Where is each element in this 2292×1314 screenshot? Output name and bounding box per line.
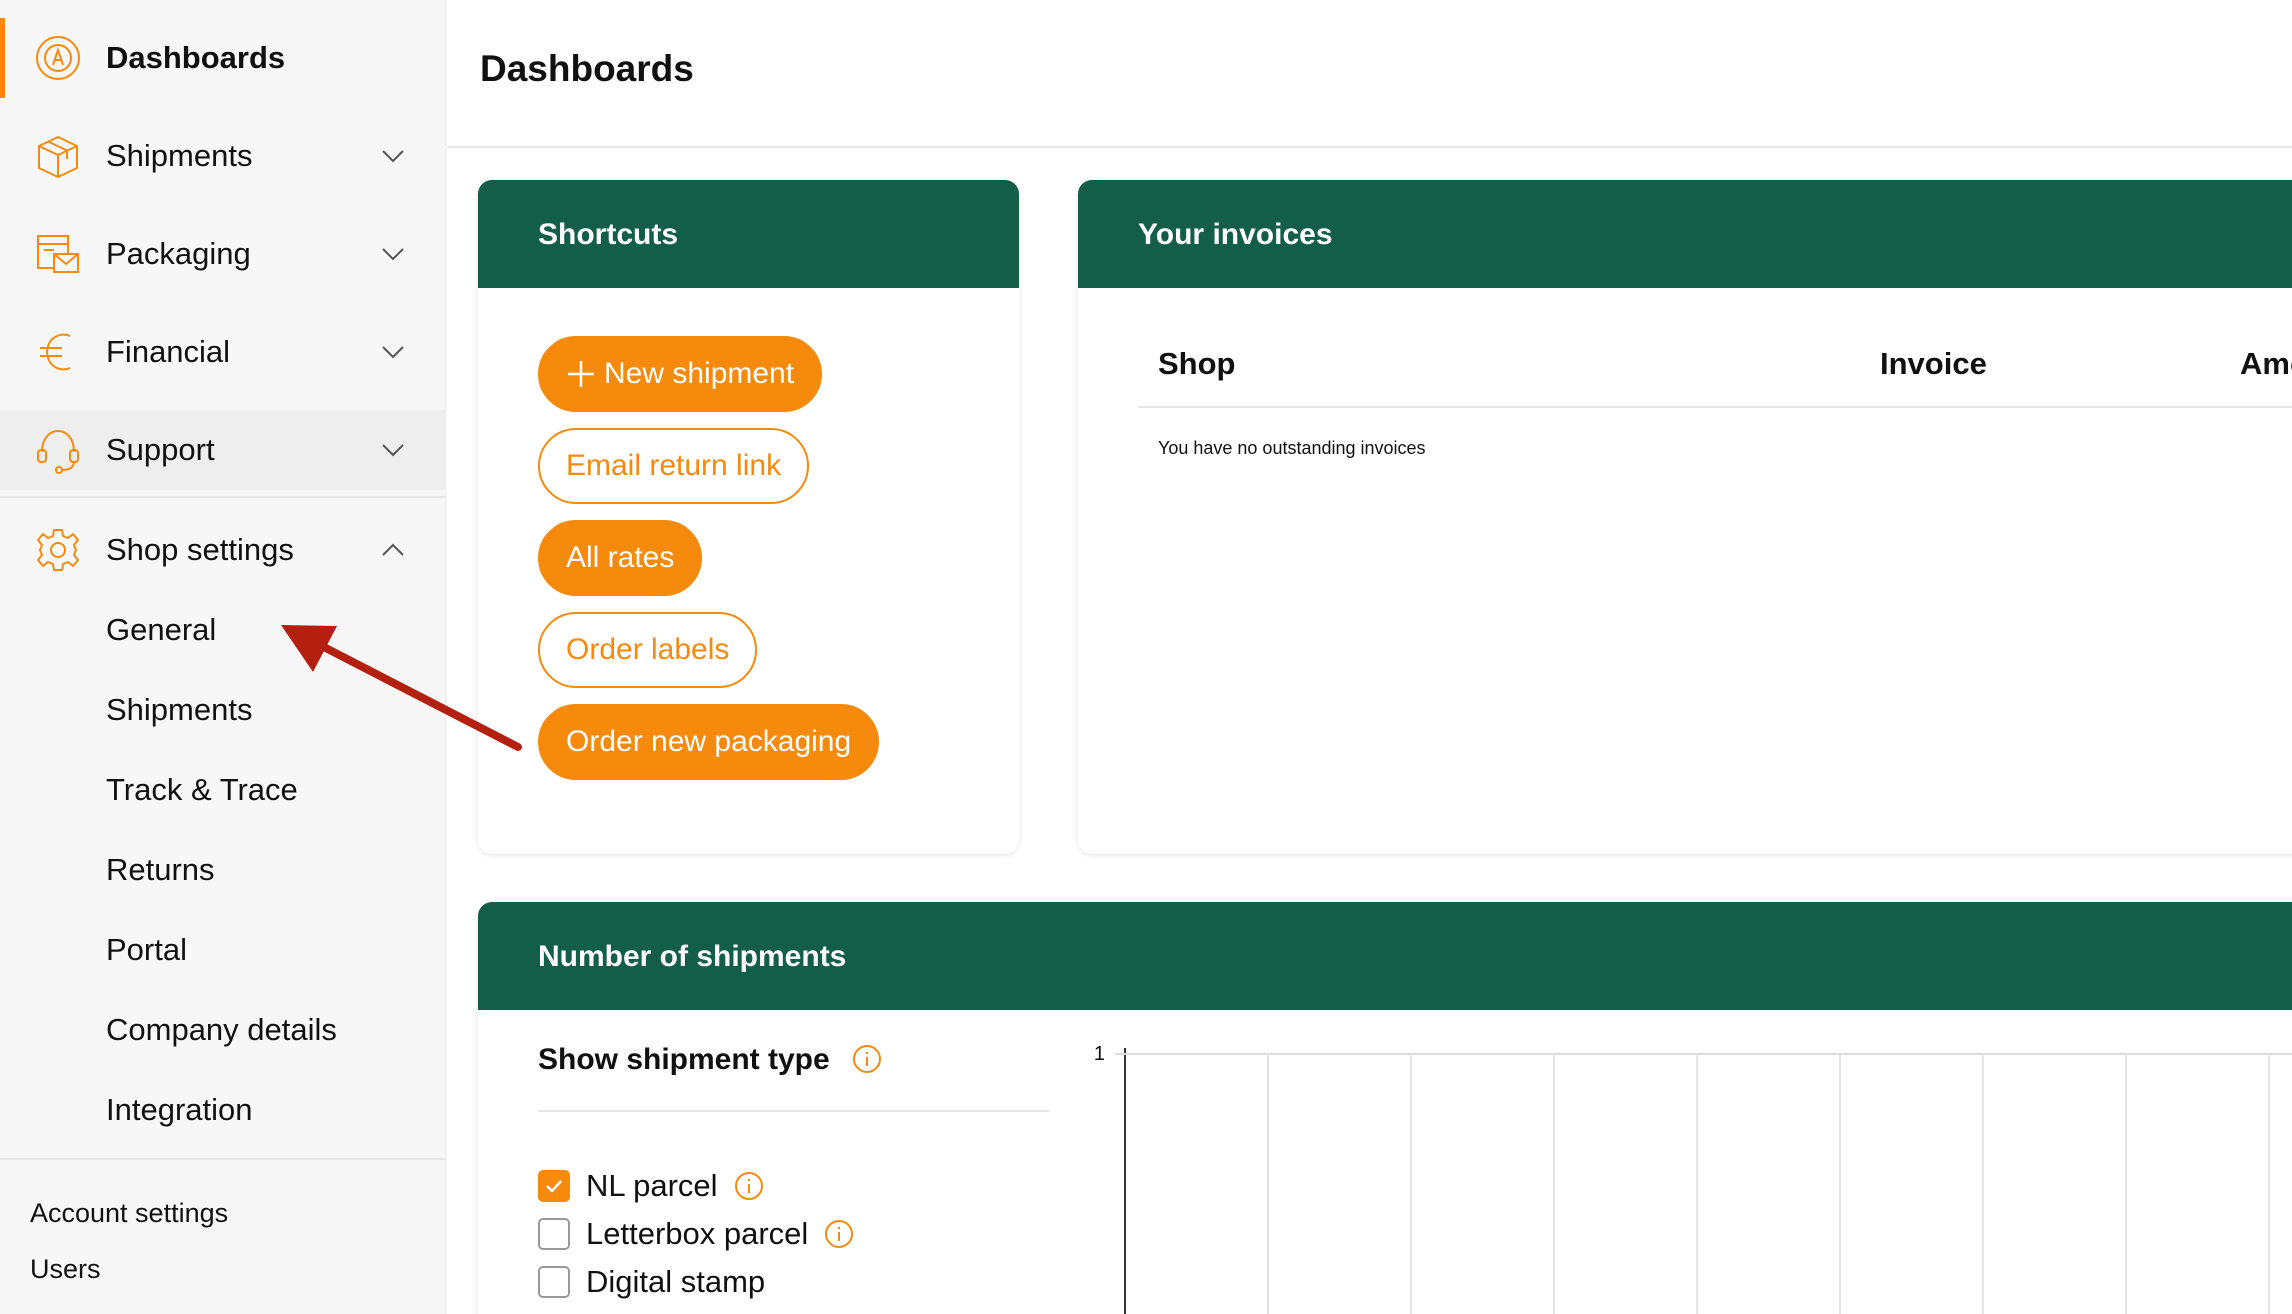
packaging-icon	[34, 230, 82, 278]
chevron-up-icon[interactable]	[380, 537, 406, 563]
card-title: Shortcuts	[538, 218, 679, 251]
sidebar-divider	[0, 1158, 446, 1160]
card-title: Your invoices	[1138, 218, 1333, 251]
sidebar-item-shipments[interactable]: Shipments	[0, 116, 446, 196]
box-icon	[34, 132, 82, 180]
chevron-down-icon[interactable]	[380, 143, 406, 169]
button-label: All rates	[566, 541, 675, 574]
sidebar-item-shop-settings[interactable]: Shop settings	[0, 510, 446, 590]
column-header-invoice[interactable]: Invoice	[1880, 346, 1987, 382]
shortcuts-card: Shortcuts New shipment Email return link…	[478, 180, 1019, 854]
plus-icon	[566, 359, 596, 389]
chart-y-tick-label: 1	[1094, 1043, 1105, 1065]
sidebar-subitem-company-details[interactable]: Company details	[106, 1012, 337, 1048]
empty-state-message: You have no outstanding invoices	[1158, 438, 1426, 458]
app-root: Dashboards Shipments Packaging Financial…	[0, 0, 2292, 1314]
card-header: Shortcuts	[478, 180, 1019, 288]
euro-icon	[34, 328, 82, 376]
sidebar-item-label: Financial	[106, 334, 231, 369]
invoices-card: Your invoices Shop Invoice Amo You have …	[1078, 180, 2292, 854]
main-content: Dashboards Shortcuts New shipment Email …	[281, 0, 2292, 1314]
sidebar: Dashboards Shipments Packaging Financial…	[0, 0, 446, 1314]
sidebar-item-support[interactable]: Support	[0, 410, 446, 490]
sidebar-subitem-track-trace[interactable]: Track & Trace	[106, 772, 298, 808]
sidebar-subitem-portal[interactable]: Portal	[106, 932, 187, 968]
button-label: Order labels	[566, 633, 730, 666]
button-label: Email return link	[566, 449, 782, 482]
shipments-chart-card: Number of shipments Show shipment type N…	[478, 902, 2292, 1314]
button-label: New shipment	[604, 357, 795, 390]
sidebar-subitem-shipments[interactable]: Shipments	[106, 692, 252, 728]
sidebar-item-dashboards[interactable]: Dashboards	[0, 18, 446, 98]
chart-svg: 1	[1094, 1043, 2292, 1314]
card-header: Your invoices	[1078, 180, 2292, 288]
chevron-down-icon[interactable]	[380, 339, 406, 365]
sidebar-item-label: Shop settings	[106, 532, 294, 567]
headset-icon	[34, 426, 82, 474]
users-link[interactable]: Users	[30, 1254, 101, 1285]
page-title: Dashboards	[480, 48, 694, 89]
order-new-packaging-button[interactable]: Order new packaging	[538, 704, 880, 780]
button-label: Order new packaging	[566, 725, 852, 758]
sidebar-item-label: Packaging	[106, 236, 251, 271]
order-labels-button[interactable]: Order labels	[538, 612, 758, 688]
sidebar-item-label: Dashboards	[106, 40, 286, 75]
account-settings-link[interactable]: Account settings	[30, 1198, 228, 1229]
sidebar-subitem-returns[interactable]: Returns	[106, 852, 215, 888]
column-header-shop[interactable]: Shop	[1158, 346, 1236, 382]
sidebar-item-financial[interactable]: Financial	[0, 312, 446, 392]
sidebar-divider	[0, 496, 446, 498]
sidebar-subitem-general[interactable]: General	[106, 612, 216, 648]
email-return-link-button[interactable]: Email return link	[538, 428, 810, 504]
sidebar-item-label: Support	[106, 432, 215, 467]
table-divider	[1138, 406, 2292, 408]
all-rates-button[interactable]: All rates	[538, 520, 703, 596]
dashboard-icon	[34, 34, 82, 82]
sidebar-subitem-integration[interactable]: Integration	[106, 1092, 253, 1128]
column-header-amount[interactable]: Amo	[2240, 346, 2292, 382]
sidebar-item-packaging[interactable]: Packaging	[0, 214, 446, 294]
shipments-chart: 1	[478, 902, 2292, 1314]
chevron-down-icon[interactable]	[380, 241, 406, 267]
gear-icon	[34, 526, 82, 574]
sidebar-item-label: Shipments	[106, 138, 253, 173]
new-shipment-button[interactable]: New shipment	[538, 336, 823, 412]
page-header: Dashboards	[447, 0, 2292, 148]
chevron-down-icon[interactable]	[380, 437, 406, 463]
